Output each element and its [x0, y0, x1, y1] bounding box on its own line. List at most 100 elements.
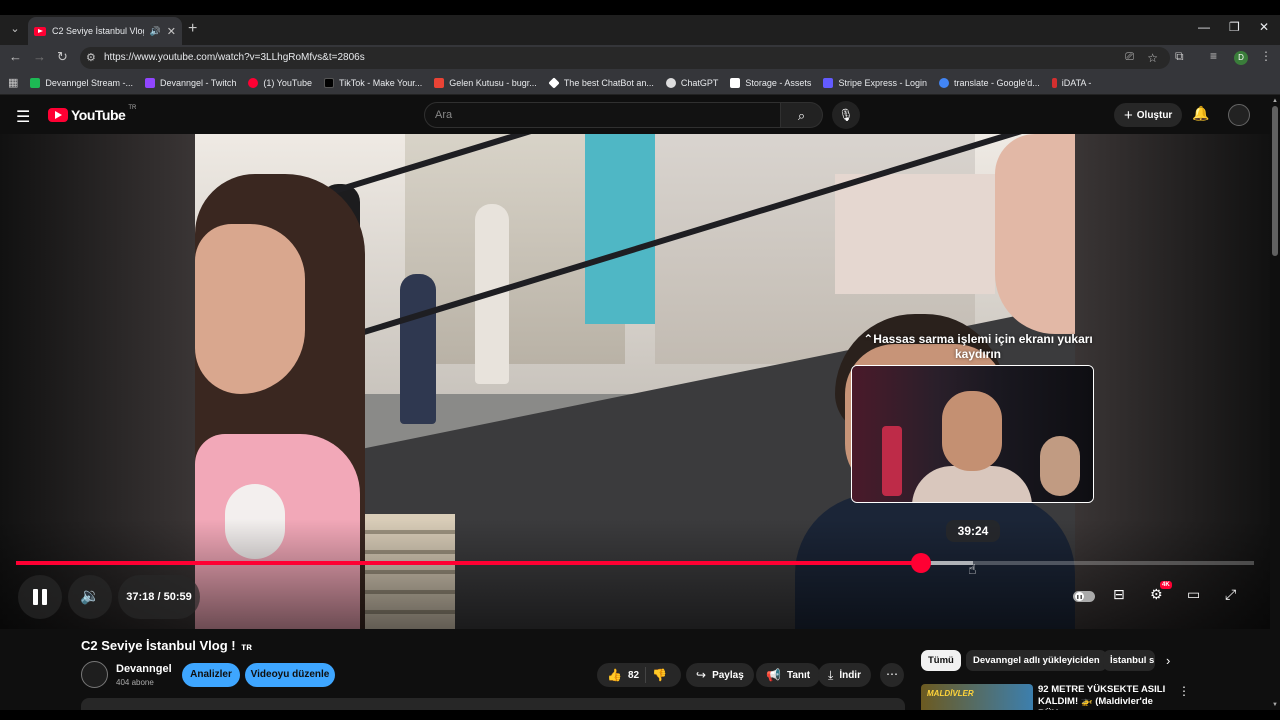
youtube-header: ☰ YouTube TR ⌕ 🎙 + Oluştur 🔔 [0, 96, 1270, 134]
like-dislike-group: 👍 82 👎 [597, 663, 681, 687]
bookmark-item[interactable]: Devanngel Stream -... [30, 77, 133, 88]
hand-cursor-icon: ☝ [968, 561, 977, 577]
scrubber-handle[interactable] [911, 553, 932, 573]
chip-from-uploader[interactable]: Devanngel adlı yükleyiciden [966, 650, 1107, 671]
theater-mode-icon[interactable]: ▭ [1187, 586, 1200, 603]
chip-all[interactable]: Tümü [921, 650, 961, 671]
search-button[interactable]: ⌕ [781, 102, 823, 128]
page-scrollbar[interactable]: ▲ ▼ [1270, 96, 1280, 710]
mute-button[interactable]: 🔉 [68, 575, 112, 619]
edit-video-button[interactable]: Videoyu düzenle [245, 663, 335, 687]
bookmark-favicon-icon [30, 77, 41, 88]
chevron-right-icon[interactable]: › [1166, 653, 1170, 668]
chip-istanbul[interactable]: İstanbul s [1103, 650, 1155, 671]
youtube-logo[interactable]: YouTube TR [48, 105, 136, 123]
site-info-icon[interactable]: ⚙ [86, 51, 96, 64]
recommended-thumbnail[interactable]: MALDİVLER [921, 684, 1033, 710]
more-dots-icon: ⋯ [886, 667, 898, 681]
browser-menu-icon[interactable]: ⋮ [1260, 49, 1272, 63]
fullscreen-icon[interactable]: ⤢ [1225, 586, 1236, 603]
bookmark-star-icon[interactable]: ☆ [1147, 51, 1158, 65]
bookmark-item[interactable]: TikTok - Make Your... [324, 77, 422, 88]
bookmark-item[interactable]: Storage - Assets [730, 77, 811, 88]
recommended-more-icon[interactable]: ⋮ [1178, 684, 1190, 698]
pause-button[interactable] [18, 575, 62, 619]
hint-line: Hassas sarma işlemi için ekranı yukarı [873, 332, 1093, 346]
storage-icon [730, 77, 741, 88]
more-actions-button[interactable]: ⋯ [880, 663, 904, 687]
bookmark-label: translate - Google'd... [953, 77, 1040, 88]
scene-person [400, 274, 436, 424]
forward-arrow-icon[interactable]: → [33, 49, 46, 64]
bookmark-item[interactable]: The best ChatBot an... [548, 76, 654, 89]
bookmark-item[interactable]: Gelen Kutusu - bugr... [434, 77, 537, 88]
omnibox[interactable]: ⚙ https://www.youtube.com/watch?v=3LLhgR… [80, 47, 1170, 69]
scrollbar-thumb[interactable] [1272, 106, 1278, 256]
bookmark-item[interactable]: iDATA - [1051, 77, 1091, 88]
channel-name[interactable]: Devanngel [116, 663, 172, 675]
audio-playing-icon[interactable]: 🔊 [150, 26, 161, 37]
video-player[interactable]: ⌃Hassas sarma işlemi için ekranı yukarı … [0, 134, 1270, 629]
scene-building [835, 174, 995, 294]
profile-avatar[interactable]: D [1234, 51, 1248, 65]
window-close-icon[interactable]: ✕ [1259, 20, 1269, 34]
promote-button[interactable]: 📢 Tanıt [756, 663, 821, 687]
youtube-play-logo-icon [48, 108, 68, 122]
hamburger-menu-icon[interactable]: ☰ [16, 107, 30, 127]
chatbot-icon [548, 76, 560, 89]
channel-avatar[interactable] [81, 661, 108, 688]
tab-close-icon[interactable]: ✕ [167, 25, 176, 38]
thumbs-up-icon[interactable]: 👍 [607, 668, 622, 682]
media-control-icon[interactable]: ≡ [1210, 49, 1217, 63]
new-tab-plus-icon[interactable]: + [188, 20, 197, 38]
volume-icon: 🔉 [80, 588, 100, 605]
search-box[interactable] [424, 102, 781, 128]
share-button[interactable]: ↪ Paylaş [686, 663, 754, 687]
subscriber-count: 404 abone [116, 678, 154, 687]
create-label: Oluştur [1136, 109, 1173, 121]
restore-icon[interactable]: ❐ [1229, 20, 1240, 34]
pause-icon [33, 589, 38, 605]
voice-search-button[interactable]: 🎙 [832, 101, 860, 129]
megaphone-icon: 📢 [766, 668, 781, 682]
tiktok-icon [324, 77, 335, 88]
back-arrow-icon[interactable]: ← [9, 49, 22, 64]
thumbs-down-icon[interactable]: 👎 [652, 668, 667, 682]
preview-scene [882, 426, 902, 496]
twitch-icon [144, 77, 155, 88]
search-input[interactable] [425, 103, 780, 127]
like-count[interactable]: 82 [628, 670, 639, 681]
bookmark-item[interactable]: ChatGPT [665, 77, 718, 88]
plus-icon: + [1124, 106, 1133, 124]
cast-icon[interactable]: ⎚ [1125, 51, 1134, 64]
create-button[interactable]: + Oluştur [1114, 103, 1183, 127]
bookmark-item[interactable]: translate - Google'd... [938, 77, 1040, 88]
scroll-up-arrow-icon[interactable]: ▲ [1272, 98, 1278, 104]
scene-person [995, 134, 1075, 334]
description-box[interactable] [81, 698, 905, 710]
bookmark-item[interactable]: Stripe Express - Login [823, 77, 927, 88]
scroll-down-arrow-icon[interactable]: ▼ [1272, 702, 1278, 708]
notifications-bell-icon[interactable]: 🔔 [1192, 105, 1209, 122]
recommended-title[interactable]: 92 METRE YÜKSEKTE ASILI KALDIM! 🚁 (Maldi… [1038, 684, 1173, 710]
hint-line: kaydırın [954, 347, 1002, 361]
reload-icon[interactable]: ↻ [57, 49, 68, 65]
tab-list-chevron-icon[interactable]: ⌄ [6, 22, 24, 38]
minimize-icon[interactable]: — [1198, 20, 1210, 34]
download-button[interactable]: ⤓ İndir [818, 663, 871, 687]
url-text[interactable]: https://www.youtube.com/watch?v=3LLhgRoM… [104, 52, 365, 63]
bookmark-item[interactable]: Devanngel - Twitch [144, 77, 236, 88]
bookmark-item[interactable]: (1) YouTube [248, 77, 312, 88]
bookmark-label: Gelen Kutusu - bugr... [449, 77, 537, 88]
subtitles-icon[interactable]: ⊟ [1113, 586, 1125, 603]
browser-tabbar: ⌄ C2 Seviye İstanbul Vlog ! ᴛʀ 🔊 ✕ + — ❐… [0, 0, 1280, 45]
progress-bar[interactable] [16, 553, 1254, 573]
autoplay-toggle[interactable] [1073, 591, 1095, 602]
analytics-button[interactable]: Analizler [182, 663, 240, 687]
apps-grid-icon[interactable]: ▦ [8, 76, 18, 89]
logo-wordmark: YouTube [71, 107, 126, 123]
share-label: Paylaş [712, 669, 744, 681]
browser-tab-active[interactable]: C2 Seviye İstanbul Vlog ! ᴛʀ 🔊 ✕ [28, 17, 182, 45]
extensions-icon[interactable]: ⧉ [1175, 49, 1184, 64]
account-avatar[interactable] [1228, 104, 1250, 126]
